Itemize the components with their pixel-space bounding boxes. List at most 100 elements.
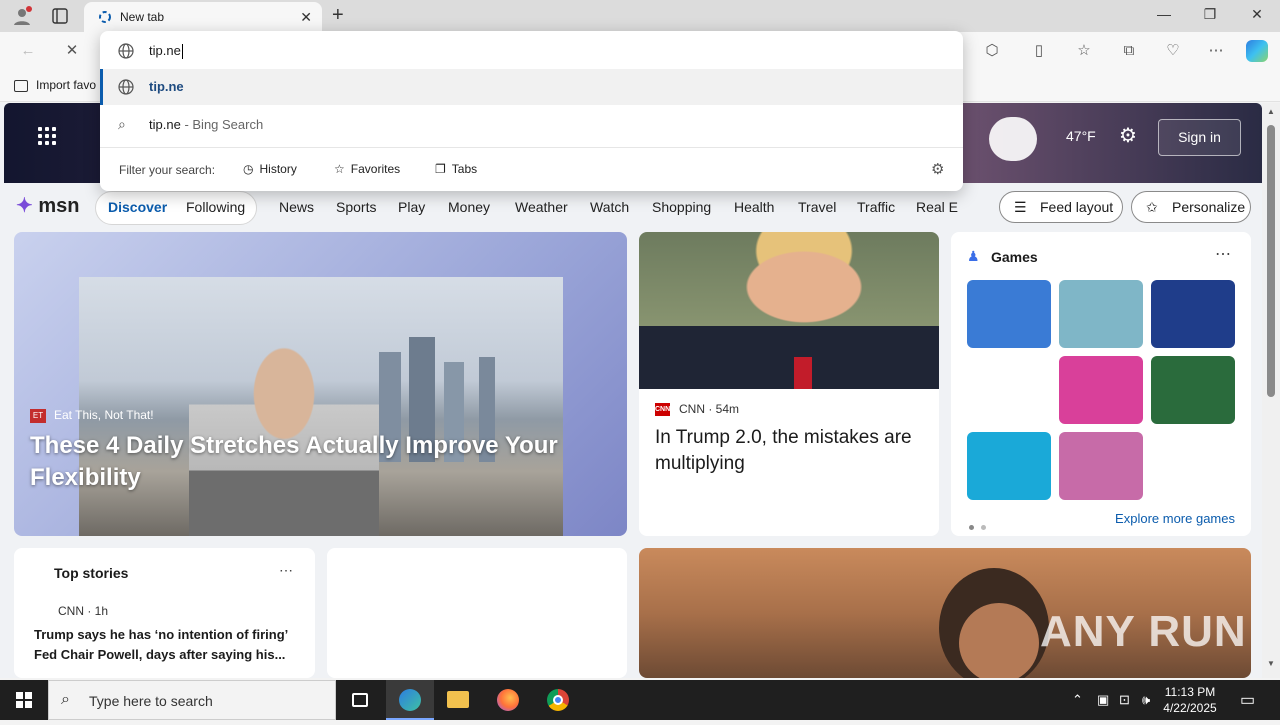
game-tile-mahjong[interactable] (967, 432, 1051, 500)
scroll-down-icon[interactable]: ▼ (1267, 659, 1275, 668)
profile-icon[interactable] (12, 6, 32, 26)
red-tie (794, 357, 812, 389)
address-input[interactable]: tip.ne (149, 43, 183, 60)
copilot-icon[interactable] (1246, 40, 1268, 62)
search-icon: ⌕ (118, 116, 126, 132)
edge-taskbar-icon[interactable] (386, 680, 434, 720)
trump-headline[interactable]: In Trump 2.0, the mistakes are multiplyi… (655, 425, 925, 477)
volume-icon[interactable]: 🕪 (1142, 692, 1150, 708)
filter-settings-icon[interactable]: ⚙ (931, 160, 944, 178)
top-stories-more-icon[interactable]: ⋯ (279, 562, 293, 579)
nav-play[interactable]: Play (398, 199, 425, 215)
filter-label: Filter your search: (119, 163, 216, 177)
suggestion-url[interactable]: tip.ne (100, 69, 963, 105)
nav-following[interactable]: Following (186, 199, 245, 215)
stop-loading-icon[interactable]: ✕ (62, 41, 82, 61)
top-stories-card: Top stories ⋯ CNN · 1h Trump says he has… (14, 548, 315, 678)
favorites-icon[interactable]: ☆ (1074, 41, 1094, 61)
back-icon[interactable]: ← (18, 41, 38, 61)
network-icon[interactable]: ⊡ (1119, 692, 1130, 708)
filter-favorites-label: Favorites (350, 162, 401, 176)
filter-tabs[interactable]: ❐ Tabs (435, 162, 477, 176)
device-icon[interactable]: ▣ (1097, 692, 1109, 708)
nav-traffic[interactable]: Traffic (857, 199, 895, 215)
tab-actions-icon[interactable] (52, 8, 68, 24)
sign-in-button[interactable]: Sign in (1158, 119, 1241, 156)
feed-layout-button[interactable]: ☰ Feed layout (999, 191, 1123, 223)
game-tile[interactable] (967, 280, 1051, 348)
firefox-icon[interactable] (484, 680, 532, 720)
nav-discover[interactable]: Discover (108, 199, 167, 215)
nav-health[interactable]: Health (734, 199, 774, 215)
filter-history-label: History (259, 162, 297, 176)
settings-gear-icon[interactable]: ⚙ (1119, 123, 1137, 148)
chrome-icon[interactable] (534, 680, 582, 720)
taskbar-search-box[interactable]: ⌕ Type here to search (48, 680, 336, 720)
nav-travel[interactable]: Travel (798, 199, 836, 215)
featured-article-card[interactable]: ET Eat This, Not That! These 4 Daily Stre… (14, 232, 627, 536)
nav-money[interactable]: Money (448, 199, 490, 215)
import-favorites-item[interactable]: Import favo (14, 78, 96, 92)
game-tile[interactable] (1151, 280, 1235, 348)
nav-watch[interactable]: Watch (590, 199, 629, 215)
game-tile[interactable] (1151, 356, 1235, 424)
butterfly-icon: ✦ (16, 195, 33, 217)
top-story-headline[interactable]: Trump says he has ‘no intention of firin… (34, 625, 304, 665)
restore-icon[interactable]: ❐ (1200, 6, 1220, 23)
taskbar-clock[interactable]: 11:13 PM 4/22/2025 (1160, 684, 1220, 716)
loading-icon (98, 10, 112, 24)
trump-photo (639, 232, 939, 389)
nav-weather[interactable]: Weather (515, 199, 568, 215)
nav-real-estate[interactable]: Real E (916, 199, 958, 215)
filter-history[interactable]: ◷ History (243, 162, 297, 176)
file-explorer-icon[interactable] (434, 680, 482, 720)
start-button[interactable] (0, 680, 48, 720)
carousel-dots[interactable] (969, 517, 993, 535)
suggestion-bing-search[interactable]: tip.ne - Bing Search (149, 117, 263, 132)
browser-essentials-icon[interactable]: ♡ (1163, 41, 1183, 61)
clock-date: 4/22/2025 (1163, 701, 1217, 715)
suggestion-url-text: tip.ne (149, 79, 184, 94)
games-more-icon[interactable]: ⋯ (1215, 244, 1231, 264)
nav-news[interactable]: News (279, 199, 314, 215)
import-favorites-label: Import favo (36, 78, 97, 92)
filter-favorites[interactable]: ☆ Favorites (334, 162, 400, 176)
task-view-icon[interactable] (336, 680, 384, 720)
scrollbar-thumb[interactable] (1267, 125, 1275, 397)
game-tile[interactable] (1059, 432, 1143, 500)
games-title: Games (991, 249, 1038, 265)
windows-taskbar: ⌕ Type here to search ⌃ ▣ ⊡ 🕪 11:13 PM 4… (0, 680, 1280, 720)
search-icon: ⌕ (61, 691, 70, 708)
news-card-trump[interactable]: CNN CNN · 54m In Trump 2.0, the mistakes… (639, 232, 939, 536)
tab-new-tab[interactable]: New tab ✕ (84, 2, 322, 32)
publisher-logo-icon: ET (30, 408, 46, 423)
scroll-up-icon[interactable]: ▲ (1267, 107, 1275, 116)
nav-sports[interactable]: Sports (336, 199, 376, 215)
weather-temperature[interactable]: 47°F (1066, 128, 1096, 144)
close-tab-icon[interactable]: ✕ (300, 9, 312, 26)
game-tile-bubble-shooter[interactable] (1059, 356, 1143, 424)
split-screen-icon[interactable]: ▯ (1029, 41, 1049, 61)
import-icon (14, 79, 28, 92)
nav-shopping[interactable]: Shopping (652, 199, 711, 215)
extensions-icon[interactable]: ⬡ (982, 41, 1002, 61)
cnn-logo-icon: CNN (655, 403, 670, 416)
tray-overflow-icon[interactable]: ⌃ (1072, 692, 1083, 708)
msn-logo[interactable]: ✦ msn (16, 193, 79, 218)
explore-more-games-link[interactable]: Explore more games (1115, 511, 1235, 526)
minimize-icon[interactable]: — (1154, 6, 1174, 22)
close-window-icon[interactable]: ✕ (1247, 6, 1267, 23)
collections-icon[interactable]: ⧉ (1119, 41, 1139, 61)
new-tab-icon[interactable]: + (332, 4, 344, 27)
game-tile[interactable] (1059, 280, 1143, 348)
personalize-button[interactable]: ✩ Personalize (1131, 191, 1251, 223)
featured-title[interactable]: These 4 Daily Stretches Actually Improve… (30, 430, 590, 494)
history-icon: ◷ (243, 162, 254, 176)
sliders-icon: ☰ (1014, 199, 1027, 215)
more-options-icon[interactable]: ⋯ (1206, 41, 1226, 61)
copilot-bubble-icon[interactable] (989, 117, 1037, 161)
apps-launcher-icon[interactable] (38, 127, 58, 147)
notifications-icon[interactable]: ▭ (1240, 690, 1255, 710)
vertical-scrollbar[interactable]: ▲ ▼ (1262, 103, 1280, 678)
empty-card (327, 548, 627, 678)
